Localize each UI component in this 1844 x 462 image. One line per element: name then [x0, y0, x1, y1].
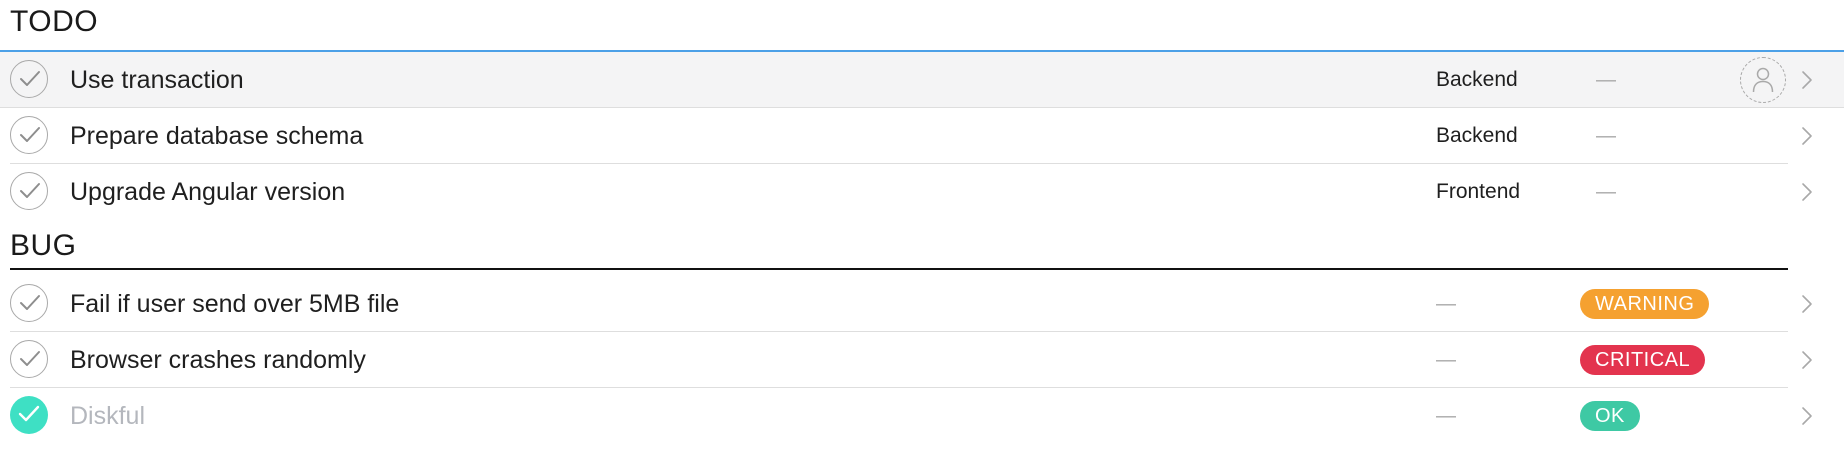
task-category-empty[interactable]: —	[1436, 388, 1456, 444]
check-icon	[20, 183, 40, 198]
task-category-empty[interactable]: —	[1436, 332, 1456, 388]
task-category-empty[interactable]: —	[1436, 276, 1456, 332]
task-category[interactable]: Backend	[1436, 52, 1518, 108]
complete-toggle[interactable]	[10, 340, 48, 378]
task-title[interactable]: Prepare database schema	[70, 108, 363, 164]
task-row[interactable]: Diskful — OK	[0, 388, 1844, 444]
check-icon	[20, 127, 40, 142]
task-row[interactable]: Prepare database schema Backend —	[0, 108, 1844, 164]
task-title[interactable]: Browser crashes randomly	[70, 332, 366, 388]
status-badge[interactable]: CRITICAL	[1580, 345, 1706, 375]
check-icon	[18, 405, 40, 422]
task-category[interactable]: Frontend	[1436, 164, 1520, 220]
check-icon	[20, 71, 40, 86]
complete-toggle[interactable]	[10, 116, 48, 154]
complete-toggle[interactable]	[10, 284, 48, 322]
complete-toggle[interactable]	[10, 172, 48, 210]
task-status-empty[interactable]: —	[1596, 164, 1616, 220]
chevron-right-icon[interactable]	[1800, 70, 1814, 90]
section-header-todo: TODO	[0, 0, 1844, 52]
chevron-right-icon[interactable]	[1800, 182, 1814, 202]
chevron-right-icon[interactable]	[1800, 294, 1814, 314]
check-icon	[20, 351, 40, 366]
task-row[interactable]: Use transaction Backend —	[0, 52, 1844, 108]
section-header-bug: BUG	[0, 224, 1844, 270]
task-title[interactable]: Upgrade Angular version	[70, 164, 345, 220]
chevron-right-icon[interactable]	[1800, 126, 1814, 146]
task-category[interactable]: Backend	[1436, 108, 1518, 164]
task-board: TODO Use transaction Backend — Prepare d…	[0, 0, 1844, 462]
task-title[interactable]: Use transaction	[70, 52, 244, 108]
assignee-avatar[interactable]	[1740, 57, 1786, 103]
task-row[interactable]: Upgrade Angular version Frontend —	[0, 164, 1844, 220]
check-icon	[20, 295, 40, 310]
section-title: TODO	[10, 5, 99, 38]
chevron-right-icon[interactable]	[1800, 406, 1814, 426]
task-title[interactable]: Fail if user send over 5MB file	[70, 276, 399, 332]
section-title: BUG	[10, 229, 77, 262]
complete-toggle[interactable]	[10, 60, 48, 98]
task-row[interactable]: Browser crashes randomly — CRITICAL	[0, 332, 1844, 388]
task-status-empty[interactable]: —	[1596, 52, 1616, 108]
section-divider	[10, 268, 1788, 270]
status-badge[interactable]: OK	[1580, 401, 1640, 431]
task-status-empty[interactable]: —	[1596, 108, 1616, 164]
status-badge[interactable]: WARNING	[1580, 289, 1710, 319]
complete-toggle[interactable]	[10, 396, 48, 434]
chevron-right-icon[interactable]	[1800, 350, 1814, 370]
task-row[interactable]: Fail if user send over 5MB file — WARNIN…	[0, 276, 1844, 332]
user-placeholder-icon	[1752, 67, 1774, 93]
task-title[interactable]: Diskful	[70, 388, 145, 444]
